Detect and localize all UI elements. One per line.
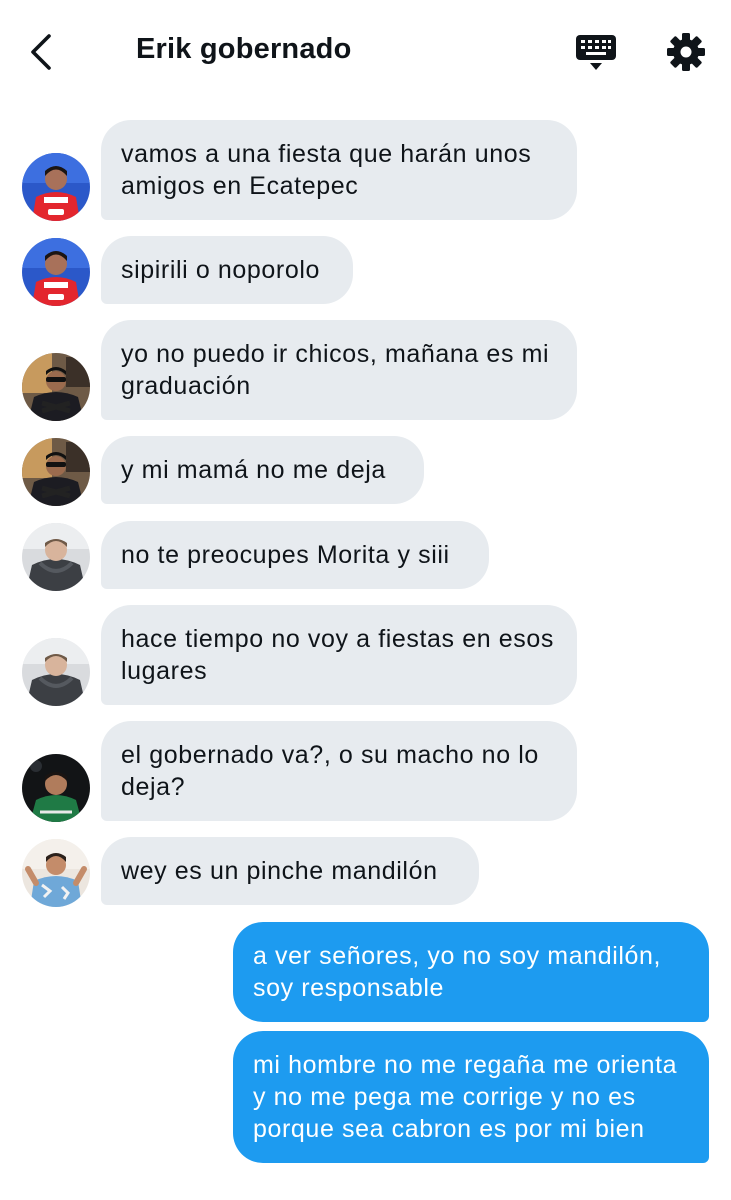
message-bubble-outgoing[interactable]: a ver señores, yo no soy mandilón, soy r… [233, 922, 709, 1022]
avatar[interactable] [22, 153, 90, 221]
avatar[interactable] [22, 754, 90, 822]
avatar[interactable] [22, 638, 90, 706]
message-bubble[interactable]: hace tiempo no voy a fiestas en esos lug… [101, 605, 577, 705]
avatar[interactable] [22, 238, 90, 306]
message-bubble[interactable]: vamos a una fiesta que harán unos amigos… [101, 120, 577, 220]
back-button[interactable] [22, 30, 62, 74]
message-bubble[interactable]: sipirili o noporolo [101, 236, 353, 304]
conversation-title[interactable]: Erik gobernado [136, 33, 352, 66]
message-bubble[interactable]: wey es un pinche mandilón [101, 837, 479, 905]
message-bubble[interactable]: el gobernado va?, o su macho no lo deja? [101, 721, 577, 821]
message-bubble-outgoing[interactable]: mi hombre no me regaña me orienta y no m… [233, 1031, 709, 1163]
keyboard-icon [576, 35, 616, 70]
settings-button[interactable] [664, 30, 708, 74]
avatar[interactable] [22, 839, 90, 907]
message-bubble[interactable]: yo no puedo ir chicos, mañana es mi grad… [101, 320, 577, 420]
message-bubble[interactable]: no te preocupes Morita y siii [101, 521, 489, 589]
conversation-header: Erik gobernado [0, 0, 731, 105]
avatar[interactable] [22, 523, 90, 591]
avatar[interactable] [22, 353, 90, 421]
message-bubble[interactable]: y mi mamá no me deja [101, 436, 424, 504]
gear-icon [667, 33, 705, 71]
keyboard-button[interactable] [574, 32, 618, 76]
chevron-left-icon [31, 34, 51, 70]
avatar[interactable] [22, 438, 90, 506]
